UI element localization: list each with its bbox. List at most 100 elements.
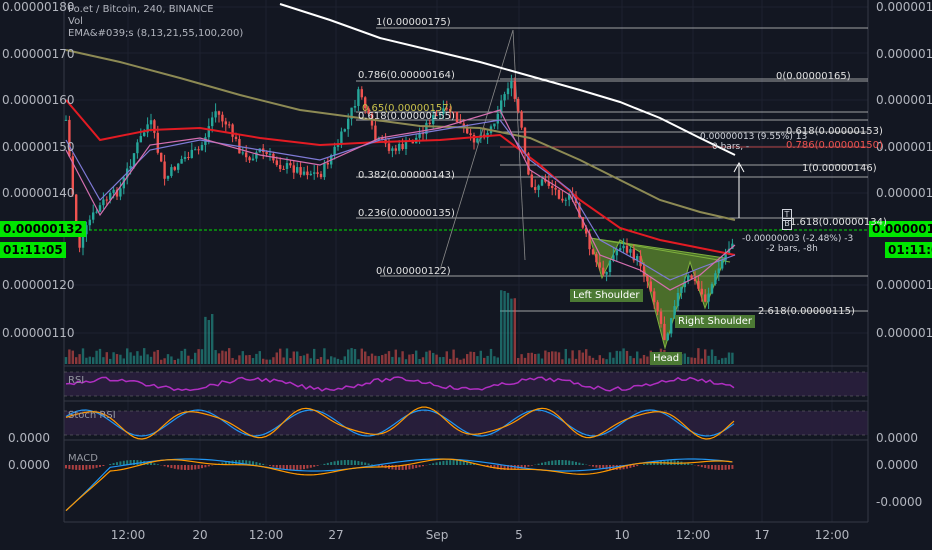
volume-bar (78, 354, 81, 364)
macd-histogram-bar (82, 465, 84, 470)
macd-histogram-bar (530, 465, 533, 466)
volume-bar (85, 357, 88, 364)
fib-label: 0.786(0.00000164) (358, 70, 455, 81)
macd-histogram-bar (75, 465, 78, 470)
volume-bar (170, 356, 173, 364)
symbol-title[interactable]: Po.et / Bitcoin, 240, BINANCE (68, 4, 243, 16)
x-axis-label: 10 (614, 528, 630, 542)
macd-histogram-bar (643, 464, 645, 465)
volume-bar (557, 352, 561, 364)
macd-histogram-bar (340, 460, 343, 465)
candle-body (622, 245, 625, 249)
candle-body (428, 122, 431, 124)
left-shoulder-label[interactable]: Left Shoulder (570, 289, 643, 302)
volume-bar (496, 357, 499, 364)
volume-bar (340, 359, 343, 364)
volume-bar (357, 359, 360, 364)
volume-bar (71, 350, 74, 364)
macd-histogram-bar (442, 460, 445, 465)
macd-histogram-bar (731, 465, 734, 469)
volume-bar (350, 348, 353, 364)
chart-stage[interactable]: Po.et / Bitcoin, 240, BINANCE Vol EMA&#0… (0, 0, 932, 550)
macd-histogram-bar (527, 465, 530, 467)
macd-histogram-bar (177, 465, 180, 470)
volume-bar (160, 359, 163, 364)
volume-bar (527, 352, 530, 364)
volume-bar (289, 358, 292, 364)
volume-bar (292, 351, 295, 364)
volume-bar (92, 357, 95, 364)
macd-histogram-bar (354, 460, 356, 465)
measure-up-note: 0.00000013 (9.55%) 13 (700, 132, 808, 142)
volume-bar (347, 349, 350, 364)
candle-body (357, 89, 360, 106)
head-label[interactable]: Head (650, 352, 683, 365)
flag-marker[interactable]: B (782, 218, 792, 230)
volume-bar (115, 354, 119, 364)
macd-histogram-bar (258, 462, 261, 465)
fib-label: 1(0.00000146) (802, 163, 877, 174)
macd-histogram-bar (524, 465, 526, 468)
volume-bar (724, 357, 727, 364)
macd-histogram-bar (575, 461, 577, 465)
x-axis-label: 12:00 (248, 528, 284, 542)
volume-bar (374, 355, 377, 364)
candle-body (285, 163, 289, 169)
candle-body (663, 323, 666, 340)
macd-histogram-bar (391, 465, 394, 470)
candle-body (289, 163, 292, 166)
volume-bar (520, 354, 523, 364)
candle-body (292, 165, 295, 173)
candle-body (316, 172, 319, 174)
candle-body (200, 144, 204, 151)
ema-indicator-label[interactable]: EMA&#039;s (8,13,21,55,100,200) (68, 28, 243, 40)
stoch-rsi-label[interactable]: Stoch RSI (68, 410, 116, 421)
macd-histogram-bar (595, 465, 598, 468)
macd-histogram-bar (313, 465, 316, 467)
volume-bar (523, 357, 527, 364)
right-shoulder-label[interactable]: Right Shoulder (675, 315, 756, 328)
macd-histogram-bar (700, 465, 703, 468)
volume-bar (721, 358, 724, 364)
volume-bar (418, 358, 421, 364)
macd-histogram-bar (71, 465, 74, 470)
macd-label[interactable]: MACD (68, 453, 98, 464)
macd-histogram-bar (588, 465, 591, 466)
candle-body (173, 167, 176, 170)
volume-bar (285, 348, 289, 364)
left-axis-label: 0.00000160 (2, 93, 75, 107)
macd-histogram-bar (303, 465, 305, 470)
candle-body (591, 249, 595, 255)
volume-bar (330, 356, 333, 364)
macd-histogram-bar (173, 465, 176, 469)
volume-bar (200, 349, 204, 364)
volume-bar (591, 357, 595, 364)
volume-indicator-label[interactable]: Vol (68, 16, 243, 28)
candle-body (387, 143, 391, 151)
macd-histogram-bar (167, 465, 169, 468)
volume-bar (302, 355, 306, 364)
macd-histogram-bar (554, 460, 557, 465)
volume-bar (316, 358, 319, 364)
candle-body (139, 136, 142, 143)
volume-bar (415, 350, 418, 364)
macd-histogram-bar (445, 460, 448, 465)
macd-histogram-bar (337, 460, 339, 465)
candle-body (554, 187, 557, 190)
candle-body (615, 250, 618, 256)
candle-body (598, 262, 601, 268)
volume-bar (190, 359, 193, 364)
volume-bar (551, 351, 554, 364)
macd-histogram-bar (163, 465, 166, 467)
volume-bar (455, 357, 459, 364)
volume-bar (272, 357, 275, 364)
right-axis-label: 0.00000120 (876, 278, 932, 292)
volume-bar (262, 358, 265, 364)
candle-body (517, 98, 520, 112)
macd-histogram-bar (439, 461, 441, 465)
price-chart[interactable] (0, 0, 932, 550)
candle-body (411, 141, 414, 144)
volume-bar (690, 357, 693, 364)
candle-body (469, 133, 472, 135)
rsi-label[interactable]: RSI (68, 375, 84, 386)
